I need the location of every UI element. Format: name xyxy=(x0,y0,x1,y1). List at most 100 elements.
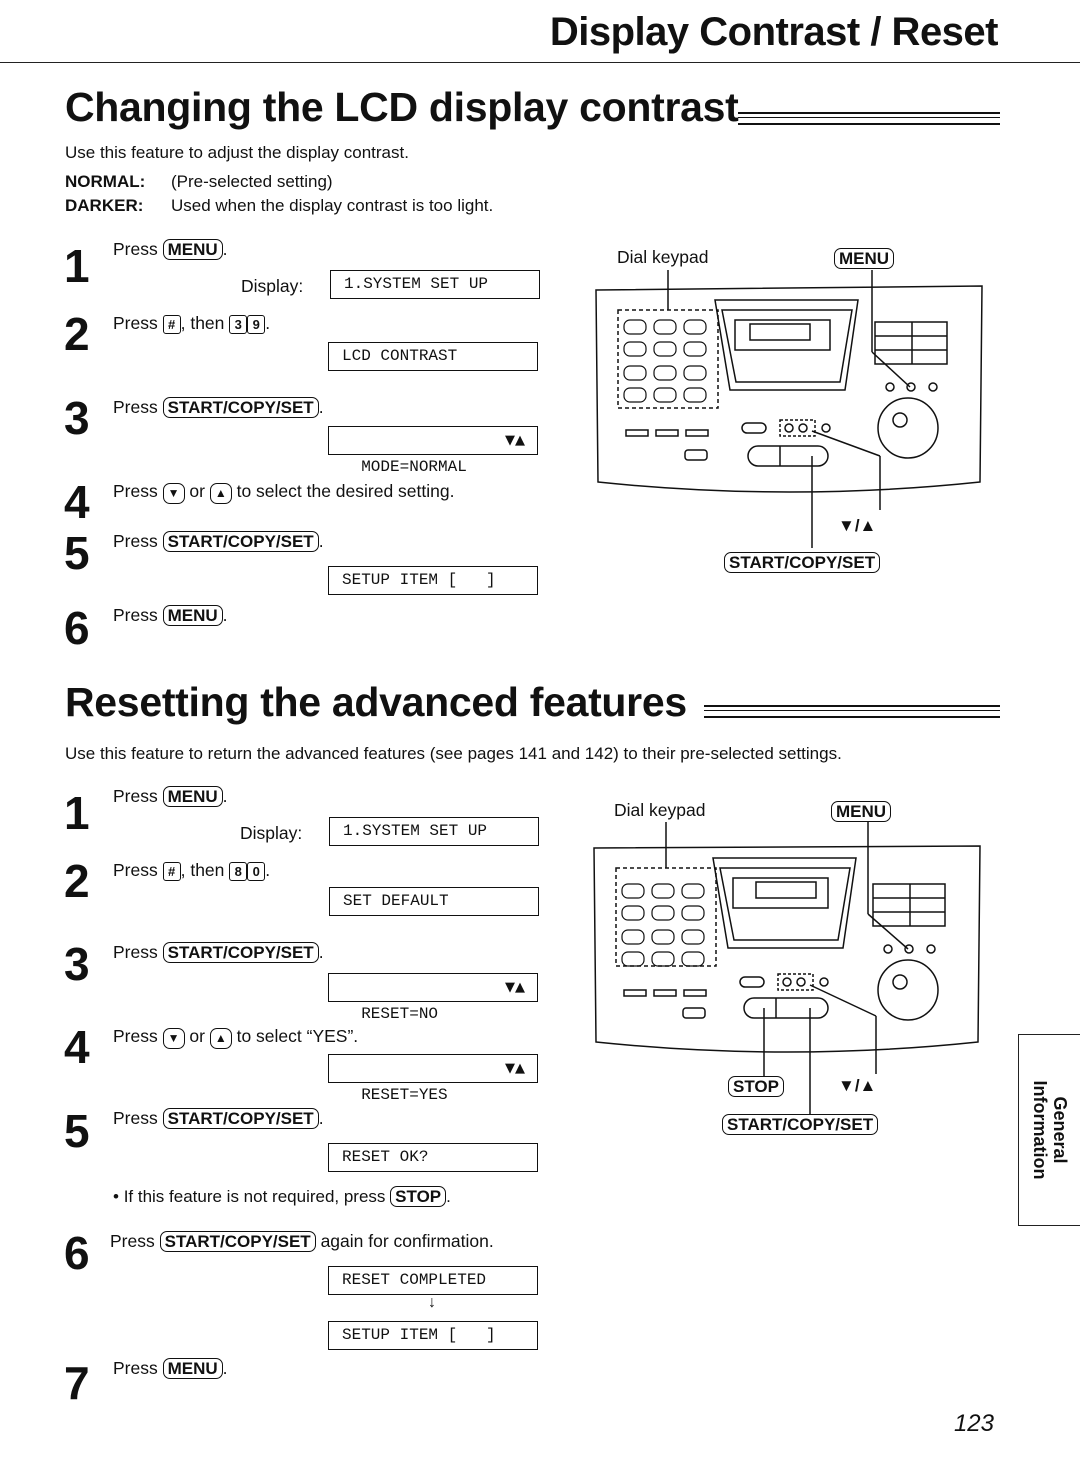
keypad-keys xyxy=(621,883,705,967)
step-3-text: Press START/COPY/SET. xyxy=(113,942,324,963)
display-label: Display: xyxy=(241,276,304,296)
option-label: DARKER: xyxy=(65,196,144,215)
down-key: ▼ xyxy=(162,1028,185,1049)
flow-arrow-icon: ↓ xyxy=(428,1294,436,1311)
step-2-text: Press #, then 80. xyxy=(113,860,270,881)
lcd-text: RESET=NO xyxy=(361,1005,439,1023)
option-text: (Pre-selected setting) xyxy=(171,172,333,191)
start-button xyxy=(743,997,829,1019)
option-label: NORMAL: xyxy=(65,172,146,191)
page-number: 123 xyxy=(953,1410,994,1437)
step-verb: Press xyxy=(113,531,158,551)
bullet-dot: • xyxy=(113,1187,119,1206)
step-verb: Press xyxy=(113,313,158,333)
step-number: 2 xyxy=(64,308,90,360)
step-verb: Press xyxy=(113,605,158,625)
display-housing xyxy=(712,857,857,949)
display-label: Display: xyxy=(240,823,303,843)
digit-key: 0 xyxy=(247,861,266,881)
panel-outline xyxy=(595,285,983,493)
punct: . xyxy=(222,1358,228,1378)
menu-key-label: MENU xyxy=(834,248,895,269)
dial-keypad-label: Dial keypad xyxy=(614,800,706,820)
keypad-area xyxy=(615,867,717,967)
step-number: 5 xyxy=(64,1105,90,1157)
up-key: ▲ xyxy=(209,1028,232,1049)
fax-control-panel-diagram xyxy=(595,270,983,548)
step-verb: Press xyxy=(113,1108,158,1128)
side-tab-line1: General xyxy=(1050,1096,1070,1164)
step-text: to select “YES”. xyxy=(236,1026,359,1046)
punct: . xyxy=(265,313,271,333)
step-number: 7 xyxy=(64,1357,90,1409)
lcd-arrows: ▼▲ xyxy=(505,433,525,448)
lcd-display: 1.SYSTEM SET UP xyxy=(329,817,539,846)
section-intro: Use this feature to adjust the display c… xyxy=(65,143,409,162)
section-rule xyxy=(704,705,1000,718)
step-verb: Press xyxy=(113,1026,158,1046)
section-rule xyxy=(738,112,1000,125)
step-number: 4 xyxy=(64,476,90,528)
step-7-text: Press MENU. xyxy=(113,1358,228,1379)
step-number: 4 xyxy=(64,1021,90,1073)
section-title-lcd-contrast: Changing the LCD display contrast xyxy=(65,84,739,130)
lcd-display: SETUP ITEM [ ] xyxy=(328,1321,538,1350)
step-5-text: Press START/COPY/SET. xyxy=(113,1108,324,1129)
punct: . xyxy=(446,1187,451,1206)
step-number: 1 xyxy=(64,240,90,292)
start-button xyxy=(747,445,829,467)
option-normal: NORMAL: (Pre-selected setting) xyxy=(65,172,333,192)
bullet-note: • If this feature is not required, press… xyxy=(113,1186,451,1207)
lcd-display: RESET=YES ▼▲ xyxy=(328,1054,538,1104)
step-1-text: Press MENU. xyxy=(113,239,228,260)
step-text: or xyxy=(189,1026,205,1046)
punct: . xyxy=(318,942,324,962)
punct: . xyxy=(318,397,324,417)
step-3-text: Press START/COPY/SET. xyxy=(113,397,324,418)
step-number: 2 xyxy=(64,855,90,907)
option-text: Used when the display contrast is too li… xyxy=(171,196,494,215)
lcd-text: RESET=YES xyxy=(361,1086,448,1104)
up-key: ▲ xyxy=(209,483,232,504)
dial-keypad-label: Dial keypad xyxy=(617,247,709,267)
step-4-text: Press ▼ or ▲ to select “YES”. xyxy=(113,1026,358,1049)
punct: . xyxy=(222,605,228,625)
punct: . xyxy=(318,1108,324,1128)
step-text: , then xyxy=(180,860,225,880)
step-number: 6 xyxy=(64,602,90,654)
step-1-text: Press MENU. xyxy=(113,786,228,807)
arrows-leader xyxy=(811,430,881,457)
step-verb: Press xyxy=(113,397,158,417)
one-touch-panel xyxy=(872,883,946,927)
section-intro: Use this feature to return the advanced … xyxy=(65,744,842,763)
lcd-display: RESET=NO ▼▲ xyxy=(328,973,538,1023)
lcd-display: RESET COMPLETED xyxy=(328,1266,538,1295)
down-key: ▼ xyxy=(162,483,185,504)
digit-key: 3 xyxy=(229,314,248,334)
keypad-keys xyxy=(623,319,707,403)
side-tab-label: General Information xyxy=(1030,1081,1070,1180)
keypad-area xyxy=(617,309,719,409)
panel-outline xyxy=(593,845,981,1053)
hash-key: # xyxy=(162,861,181,881)
menu-key: MENU xyxy=(162,1358,223,1379)
step-number: 5 xyxy=(64,527,90,579)
step-text: or xyxy=(189,481,205,501)
hash-key: # xyxy=(162,314,181,334)
start-copy-set-key: START/COPY/SET xyxy=(159,1231,316,1252)
menu-key: MENU xyxy=(162,605,223,626)
lcd-arrows: ▼▲ xyxy=(505,1061,525,1076)
step-verb: Press xyxy=(110,1231,155,1251)
step-text: , then xyxy=(180,313,225,333)
section-side-tab[interactable]: General Information xyxy=(1018,1034,1080,1226)
lcd-display: MODE=NORMAL ▼▲ xyxy=(328,426,538,476)
digit-key: 9 xyxy=(247,314,266,334)
option-darker: DARKER: Used when the display contrast is… xyxy=(65,196,493,216)
step-6-text: Press START/COPY/SET again for confirmat… xyxy=(110,1231,494,1252)
step-verb: Press xyxy=(113,1358,158,1378)
section-title-reset: Resetting the advanced features xyxy=(65,679,687,725)
lcd-display: SETUP ITEM [ ] xyxy=(328,566,538,595)
step-6-text: Press MENU. xyxy=(113,605,228,626)
lcd-arrows: ▼▲ xyxy=(505,980,525,995)
punct: . xyxy=(222,239,228,259)
